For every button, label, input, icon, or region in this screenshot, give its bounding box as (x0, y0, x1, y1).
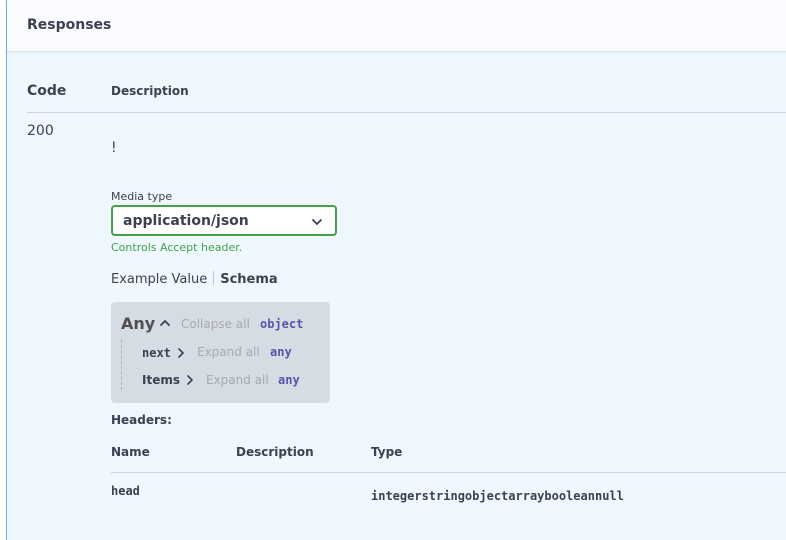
tab-example-value[interactable]: Example Value (111, 272, 207, 287)
responses-header: Responses (7, 0, 786, 52)
schema-type: object (260, 317, 304, 331)
headers-name-column: Name (111, 445, 150, 459)
header-row-type: integerstringobjectarraybooleannull (371, 489, 624, 503)
chevron-right-icon[interactable] (177, 348, 185, 358)
property-tree-line (121, 340, 122, 390)
tab-separator (213, 271, 215, 285)
header-divider (27, 112, 786, 113)
expand-all-button-next[interactable]: Expand all (197, 345, 260, 359)
tab-schema[interactable]: Schema (220, 272, 277, 287)
property-name-items[interactable]: Items (142, 373, 180, 387)
property-type-next: any (270, 345, 292, 359)
chevron-right-icon[interactable] (186, 375, 194, 385)
property-type-items: any (278, 373, 300, 387)
media-type-label: Media type (111, 190, 173, 203)
schema-model-box: Any Collapse all object next Expand all … (111, 302, 330, 403)
media-type-hint: Controls Accept header. (111, 241, 243, 254)
media-type-value: application/json (123, 213, 249, 229)
chevron-up-icon[interactable] (159, 318, 171, 328)
response-description: ! (111, 140, 117, 156)
example-schema-tabs: Example Value Schema (111, 271, 278, 287)
description-column-header: Description (111, 84, 189, 98)
chevron-down-icon (312, 219, 322, 225)
media-type-select[interactable]: application/json (111, 205, 337, 236)
collapse-all-button[interactable]: Collapse all (181, 317, 250, 331)
headers-description-column: Description (236, 445, 314, 459)
code-column-header: Code (27, 83, 67, 99)
headers-type-column: Type (371, 445, 403, 459)
header-row-name: head (111, 484, 140, 498)
property-name-next[interactable]: next (142, 346, 171, 360)
schema-title[interactable]: Any (121, 314, 155, 333)
responses-panel: Responses Code Description 200 ! Media t… (6, 0, 786, 540)
expand-all-button-items[interactable]: Expand all (206, 373, 269, 387)
responses-title: Responses (27, 17, 112, 33)
headers-label: Headers: (111, 413, 172, 427)
response-code: 200 (27, 123, 54, 139)
headers-divider (111, 472, 786, 473)
